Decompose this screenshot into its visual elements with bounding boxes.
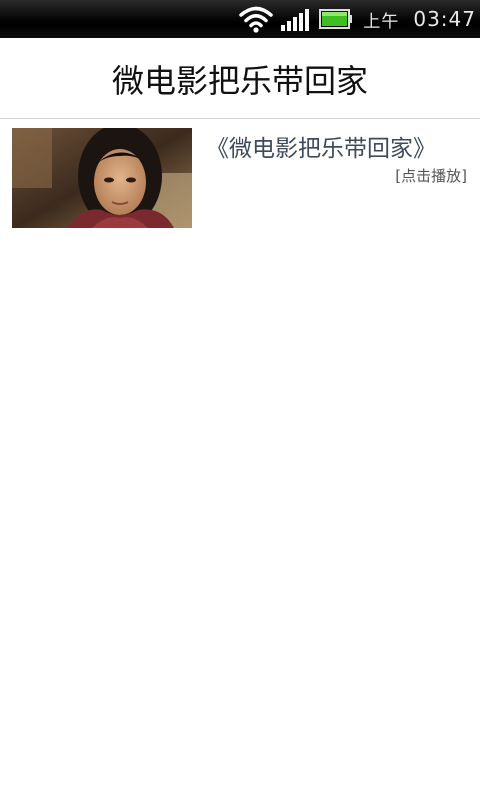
video-title[interactable]: 《微电影把乐带回家》 <box>206 129 436 163</box>
status-ampm: 上午 <box>363 11 400 32</box>
wifi-icon <box>239 6 274 33</box>
portrait-image <box>12 128 192 228</box>
title-bar: 微电影把乐带回家 <box>0 38 480 119</box>
list-item[interactable]: 《微电影把乐带回家》 [点击播放] <box>0 119 480 231</box>
status-icons: 上午 03:47 <box>239 0 480 38</box>
app-screen: 上午 03:47 微电影把乐带回家 《微电影把乐带回家》 [点击播放] <box>0 0 480 800</box>
play-link[interactable]: [点击播放] <box>395 165 467 186</box>
video-thumbnail[interactable] <box>12 128 192 228</box>
status-bar: 上午 03:47 <box>0 0 480 38</box>
video-list: 《微电影把乐带回家》 [点击播放] <box>0 119 480 231</box>
signal-icon <box>281 9 310 31</box>
battery-icon <box>319 9 353 29</box>
page-title: 微电影把乐带回家 <box>111 62 368 100</box>
status-time: 03:47 <box>413 7 476 31</box>
